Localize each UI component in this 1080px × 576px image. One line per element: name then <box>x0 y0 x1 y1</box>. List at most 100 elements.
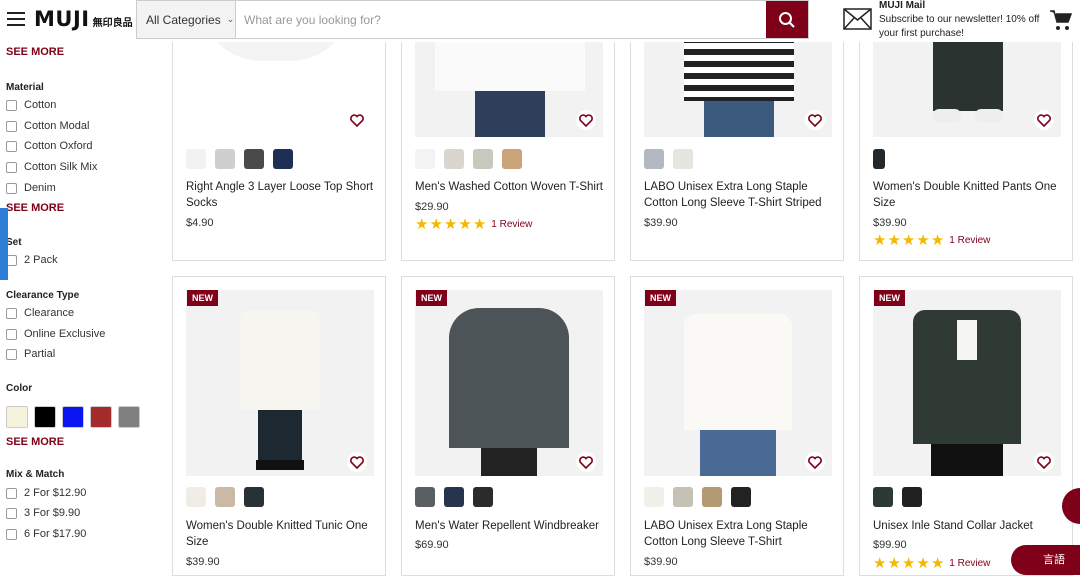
color-swatch-black[interactable] <box>34 406 56 428</box>
product-image[interactable] <box>644 290 832 476</box>
heart-icon[interactable] <box>576 452 596 472</box>
color-option[interactable] <box>644 487 664 507</box>
color-options <box>415 149 531 169</box>
checkbox[interactable] <box>6 328 17 340</box>
checkbox[interactable] <box>6 528 17 540</box>
color-option[interactable] <box>215 149 235 169</box>
color-option[interactable] <box>415 149 435 169</box>
color-option[interactable] <box>244 149 264 169</box>
product-name[interactable]: Men's Washed Cotton Woven T-Shirt <box>415 179 605 195</box>
review-count[interactable]: 1 Review <box>491 219 532 230</box>
filter-option[interactable]: 2 Pack <box>6 254 58 266</box>
checkbox[interactable] <box>6 161 17 173</box>
color-option[interactable] <box>502 149 522 169</box>
language-button[interactable]: 言語 <box>1011 545 1080 575</box>
heart-icon[interactable] <box>347 452 367 472</box>
newsletter-title[interactable]: MUJI Mail <box>879 0 925 11</box>
checkbox[interactable] <box>6 348 17 360</box>
heart-icon[interactable] <box>1034 110 1054 130</box>
product-card[interactable]: NEW Women's Double Knitted Tunic One Siz… <box>172 276 386 576</box>
heart-icon[interactable] <box>347 110 367 130</box>
search-input[interactable] <box>236 1 766 38</box>
product-image[interactable] <box>186 290 374 476</box>
product-name[interactable]: Unisex Inle Stand Collar Jacket <box>873 518 1063 534</box>
color-option[interactable] <box>444 487 464 507</box>
search-button[interactable] <box>766 1 808 38</box>
color-option[interactable] <box>731 487 751 507</box>
product-name[interactable]: LABO Unisex Extra Long Staple Cotton Lon… <box>644 518 834 550</box>
checkbox[interactable] <box>6 487 17 499</box>
color-option[interactable] <box>444 149 464 169</box>
product-name[interactable]: LABO Unisex Extra Long Staple Cotton Lon… <box>644 179 834 211</box>
product-card[interactable]: NEW LABO Unisex Extra Long Staple Cotton… <box>630 276 844 576</box>
mail-icon[interactable] <box>843 8 872 30</box>
product-name[interactable]: Women's Double Knitted Pants One Size <box>873 179 1063 211</box>
color-option[interactable] <box>473 487 493 507</box>
site-header: MUJI 無印良品 All Categories ⌄ MUJI Mail Sub… <box>0 0 1080 42</box>
filter-option[interactable]: 3 For $9.90 <box>6 507 80 519</box>
filter-option[interactable]: 6 For $17.90 <box>6 528 86 540</box>
color-option[interactable] <box>215 487 235 507</box>
heart-icon[interactable] <box>805 452 825 472</box>
color-option[interactable] <box>702 487 722 507</box>
see-more-link[interactable]: SEE MORE <box>6 46 64 58</box>
product-name[interactable]: Women's Double Knitted Tunic One Size <box>186 518 376 550</box>
color-option[interactable] <box>873 487 893 507</box>
filter-option[interactable]: Online Exclusive <box>6 328 105 340</box>
color-options <box>644 149 702 169</box>
color-option[interactable] <box>673 487 693 507</box>
menu-icon[interactable] <box>7 12 25 26</box>
checkbox[interactable] <box>6 307 17 319</box>
checkbox[interactable] <box>6 120 17 132</box>
color-option[interactable] <box>415 487 435 507</box>
color-swatch-blue[interactable] <box>62 406 84 428</box>
product-price: $39.90 <box>186 556 220 568</box>
color-option[interactable] <box>673 149 693 169</box>
filter-option[interactable]: Cotton Oxford <box>6 140 92 152</box>
see-more-link[interactable]: SEE MORE <box>6 202 64 214</box>
product-card[interactable]: NEW Unisex Inle Stand Collar Jacket $99.… <box>859 276 1073 576</box>
color-option[interactable] <box>473 149 493 169</box>
filter-option[interactable]: Denim <box>6 182 56 194</box>
product-name[interactable]: Right Angle 3 Layer Loose Top Short Sock… <box>186 179 376 211</box>
heart-icon[interactable] <box>805 110 825 130</box>
heart-icon[interactable] <box>576 110 596 130</box>
filter-option[interactable]: Cotton <box>6 99 56 111</box>
product-card[interactable]: NEW Men's Water Repellent Windbreaker $6… <box>401 276 615 576</box>
product-image[interactable] <box>415 290 603 476</box>
color-swatch-cream[interactable] <box>6 406 28 428</box>
filter-option[interactable]: 2 For $12.90 <box>6 487 86 499</box>
review-count[interactable]: 1 Review <box>949 558 990 569</box>
rating-stars[interactable]: ★ ★ ★ ★ ★ 1 Review <box>873 233 990 248</box>
color-option[interactable] <box>902 487 922 507</box>
filter-option[interactable]: Clearance <box>6 307 74 319</box>
product-name[interactable]: Men's Water Repellent Windbreaker <box>415 518 605 534</box>
color-option[interactable] <box>244 487 264 507</box>
color-option[interactable] <box>273 149 293 169</box>
heart-icon[interactable] <box>1034 452 1054 472</box>
checkbox[interactable] <box>6 182 17 194</box>
filter-option[interactable]: Cotton Modal <box>6 120 89 132</box>
rating-stars[interactable]: ★ ★ ★ ★ ★ 1 Review <box>415 217 532 232</box>
color-options <box>873 487 931 507</box>
color-swatch-red[interactable] <box>90 406 112 428</box>
newsletter-text[interactable]: Subscribe to our newsletter! 10% off you… <box>879 13 1044 41</box>
checkbox[interactable] <box>6 140 17 152</box>
muji-logo[interactable]: MUJI 無印良品 <box>34 7 133 31</box>
cart-icon[interactable] <box>1049 8 1073 32</box>
see-more-link[interactable]: SEE MORE <box>6 436 64 448</box>
color-swatch-gray[interactable] <box>118 406 140 428</box>
category-select[interactable]: All Categories ⌄ <box>137 1 236 38</box>
feedback-tab[interactable] <box>0 208 8 280</box>
checkbox[interactable] <box>6 507 17 519</box>
color-option[interactable] <box>186 487 206 507</box>
color-option[interactable] <box>186 149 206 169</box>
color-option[interactable] <box>644 149 664 169</box>
filter-option[interactable]: Cotton Silk Mix <box>6 161 97 173</box>
color-option[interactable] <box>873 149 885 169</box>
review-count[interactable]: 1 Review <box>949 235 990 246</box>
product-image[interactable] <box>873 290 1061 476</box>
checkbox[interactable] <box>6 99 17 111</box>
rating-stars[interactable]: ★ ★ ★ ★ ★ 1 Review <box>873 556 990 571</box>
filter-option[interactable]: Partial <box>6 348 55 360</box>
